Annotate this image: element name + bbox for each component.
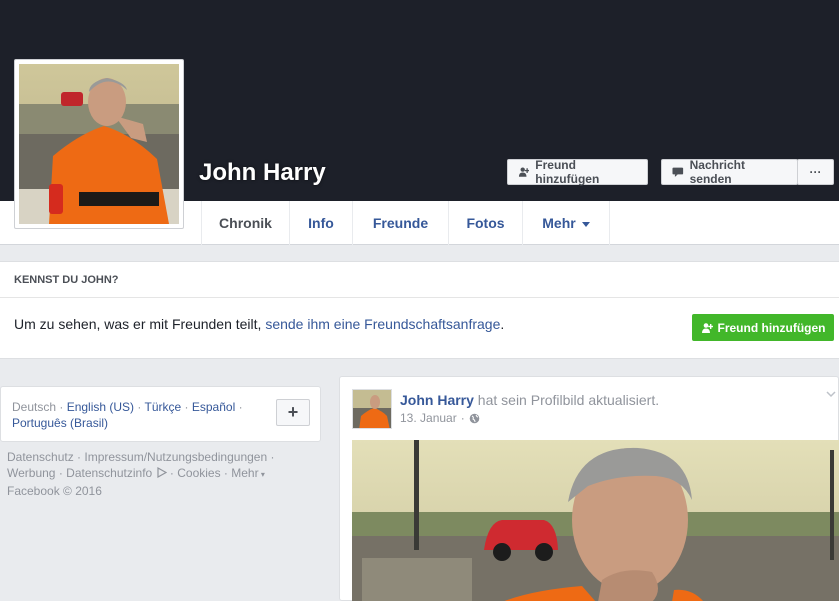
send-message-label: Nachricht senden — [689, 158, 745, 186]
footer-datenschutzinfo[interactable]: Datenschutzinfo — [66, 466, 152, 480]
know-john-text: Um zu sehen, was er mit Freunden teilt, … — [14, 316, 504, 332]
footer-werbung[interactable]: Werbung — [7, 466, 55, 480]
know-john-suffix: . — [500, 316, 505, 332]
add-friend-icon — [518, 167, 530, 177]
language-selector-box: Deutsch · English (US) · Türkçe · Españo… — [0, 386, 321, 442]
timeline-tabs: Chronik Info Freunde Fotos Mehr — [201, 201, 610, 245]
know-john-heading: KENNST DU JOHN? — [0, 262, 839, 298]
post-avatar[interactable] — [352, 389, 392, 429]
language-separator: · — [235, 400, 243, 414]
footer-links: Datenschutz · Impressum/Nutzungsbedingun… — [7, 450, 275, 498]
tab-chronik[interactable]: Chronik — [201, 201, 290, 245]
tab-fotos[interactable]: Fotos — [449, 201, 523, 245]
add-friend-green-button[interactable]: Freund hinzufügen — [692, 314, 834, 341]
send-message-button[interactable]: Nachricht senden — [661, 158, 798, 186]
language-list: Deutsch · English (US) · Türkçe · Españo… — [12, 399, 262, 431]
friend-request-link[interactable]: sende ihm eine Freundschaftsanfrage — [265, 316, 500, 332]
post-avatar-image — [353, 390, 391, 428]
meta-separator: · — [460, 411, 465, 425]
adchoices-icon[interactable] — [156, 466, 167, 479]
post-author-line: John Harry hat sein Profilbild aktualisi… — [400, 392, 659, 408]
post-date[interactable]: 13. Januar — [400, 411, 457, 425]
language-espanol[interactable]: Español — [192, 400, 235, 414]
add-friend-green-label: Freund hinzufügen — [717, 320, 826, 335]
add-friend-icon — [701, 322, 713, 333]
profile-picture[interactable] — [14, 59, 184, 229]
language-separator: · — [134, 400, 145, 414]
footer-datenschutz[interactable]: Datenschutz — [7, 450, 74, 464]
globe-icon[interactable] — [469, 413, 480, 424]
profile-name[interactable]: John Harry — [199, 159, 326, 187]
tab-info[interactable]: Info — [290, 201, 353, 245]
post-photo[interactable] — [352, 440, 839, 601]
post-action-text: hat sein Profilbild aktualisiert. — [473, 392, 660, 408]
add-language-button[interactable]: + — [276, 399, 310, 426]
profile-photo-image — [19, 64, 179, 224]
tab-freunde[interactable]: Freunde — [353, 201, 449, 245]
more-options-button[interactable]: ··· — [797, 159, 834, 185]
footer-cookies[interactable]: Cookies — [177, 466, 220, 480]
timeline-post: John Harry hat sein Profilbild aktualisi… — [339, 376, 839, 601]
add-friend-label: Freund hinzufügen — [535, 158, 600, 186]
chevron-down-icon[interactable] — [826, 389, 836, 399]
message-icon — [672, 167, 684, 177]
caret-down-icon: ▾ — [258, 470, 265, 479]
footer-impressum[interactable]: Impressum/Nutzungsbedingungen — [84, 450, 267, 464]
post-author-name[interactable]: John Harry — [400, 392, 474, 408]
language-separator: · — [56, 400, 67, 414]
post-meta: 13. Januar · — [400, 411, 480, 425]
language-separator: · — [181, 400, 192, 414]
caret-down-icon — [581, 221, 590, 227]
footer-mehr[interactable]: Mehr — [231, 466, 258, 480]
language-current: Deutsch — [12, 400, 57, 414]
tab-mehr-label: Mehr — [542, 215, 576, 231]
more-options-label: ··· — [809, 165, 822, 179]
language-portugues[interactable]: Português (Brasil) — [12, 416, 108, 430]
language-turkce[interactable]: Türkçe — [145, 400, 182, 414]
post-photo-image — [352, 440, 839, 601]
know-john-prefix: Um zu sehen, was er mit Freunden teilt, — [14, 316, 266, 332]
know-john-panel: KENNST DU JOHN? Um zu sehen, was er mit … — [0, 261, 839, 359]
tab-mehr[interactable]: Mehr — [523, 201, 610, 245]
add-friend-button[interactable]: Freund hinzufügen — [507, 158, 648, 186]
footer-copyright: Facebook © 2016 — [7, 484, 102, 498]
language-english[interactable]: English (US) — [67, 400, 134, 414]
